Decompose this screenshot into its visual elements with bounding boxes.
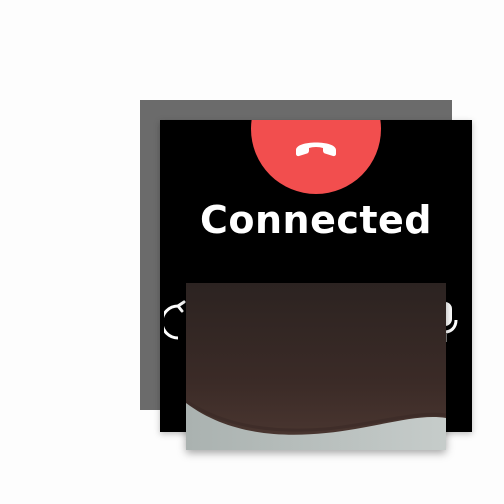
phone-hangup-icon [296,142,336,157]
end-call-button[interactable] [251,120,381,194]
self-view-image [186,283,446,450]
self-view-video [186,283,446,450]
video-call-window: Connected [0,0,504,504]
call-status-text: Connected [199,198,433,242]
